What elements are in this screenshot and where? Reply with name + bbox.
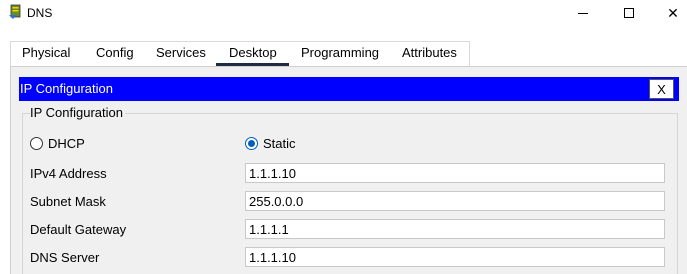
title-bar: DNS ✕ [0, 0, 687, 26]
ip-config-header [19, 77, 679, 101]
minimize-icon [578, 12, 588, 14]
default-gateway-input[interactable] [245, 219, 665, 239]
ip-config-close-label: X [657, 81, 666, 97]
close-icon: ✕ [667, 4, 679, 21]
ip-config-group-title: IP Configuration [30, 105, 125, 120]
ip-config-header-title: IP Configuration [20, 81, 113, 96]
subnet-mask-label: Subnet Mask [30, 194, 106, 209]
tab-programming[interactable]: Programming [301, 45, 379, 60]
tab-config[interactable]: Config [96, 45, 134, 60]
tab-strip: Physical Config Services Desktop Program… [0, 26, 687, 66]
default-gateway-label: Default Gateway [30, 222, 127, 237]
static-radio-label[interactable]: Static [263, 136, 296, 151]
dns-window: DNS ✕ Physical Config Services Desktop P… [0, 0, 687, 274]
server-icon [8, 4, 24, 20]
minimize-button[interactable] [560, 0, 606, 26]
dns-server-input[interactable] [245, 247, 665, 267]
subnet-mask-input[interactable] [245, 191, 665, 211]
tab-attributes[interactable]: Attributes [402, 45, 457, 60]
dns-server-label: DNS Server [30, 250, 100, 265]
ipv4-address-label: IPv4 Address [30, 166, 107, 181]
dhcp-radio[interactable] [30, 137, 43, 150]
window-close-button[interactable]: ✕ [650, 0, 687, 26]
static-radio[interactable] [245, 137, 258, 150]
ip-config-close-button[interactable]: X [649, 79, 674, 99]
tab-desktop[interactable]: Desktop [229, 45, 277, 60]
tab-physical[interactable]: Physical [22, 45, 70, 60]
maximize-button[interactable] [606, 0, 652, 26]
ipv4-address-input[interactable] [245, 163, 665, 183]
window-title: DNS [27, 6, 53, 20]
maximize-icon [624, 8, 634, 18]
tab-services[interactable]: Services [156, 45, 206, 60]
dhcp-radio-label[interactable]: DHCP [48, 136, 85, 151]
